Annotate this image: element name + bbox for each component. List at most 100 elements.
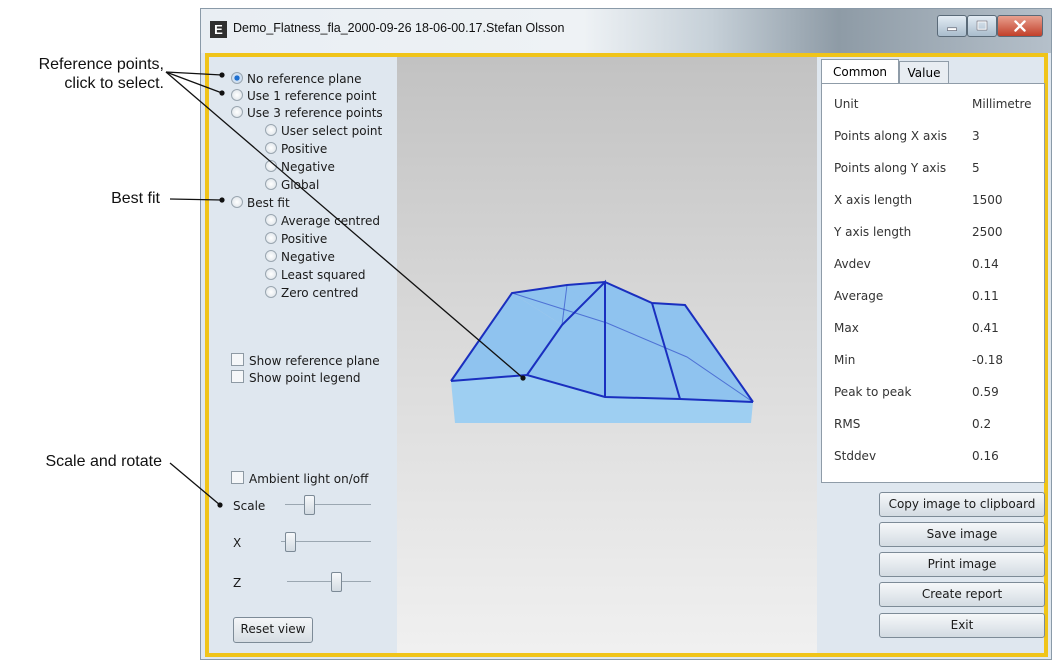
radio-label: No reference plane [247, 72, 362, 86]
radio-average-centred[interactable]: Average centred [265, 213, 380, 229]
print-image-button[interactable]: Print image [879, 552, 1045, 577]
radio-label: Positive [281, 142, 328, 156]
property-key: Stddev [834, 449, 877, 463]
radio-bestfit-positive[interactable]: Positive [265, 231, 327, 247]
callout-reference-line1: Reference points, [38, 56, 164, 73]
radio-label: Average centred [281, 214, 381, 228]
property-key: Points along X axis [834, 129, 948, 143]
create-report-button[interactable]: Create report [879, 582, 1045, 607]
slider-thumb[interactable] [331, 572, 342, 592]
radio-indicator [265, 232, 277, 244]
property-key: Avdev [834, 257, 871, 271]
checkbox-box [231, 353, 244, 366]
property-row: Unit Millimetre [822, 88, 1046, 118]
property-row: Max 0.41 [822, 312, 1046, 342]
title-bar[interactable]: E Demo_Flatness_fla_2000-09-26 18-06-00.… [201, 9, 1051, 53]
radio-reference-positive[interactable]: Positive [265, 141, 327, 157]
reset-view-button[interactable]: Reset view [233, 617, 313, 643]
z-rotation-label: Z [233, 576, 242, 590]
radio-label: Global [281, 178, 320, 192]
radio-zero-centred[interactable]: Zero centred [265, 285, 358, 301]
radio-least-squared[interactable]: Least squared [265, 267, 365, 283]
radio-reference-global[interactable]: Global [265, 177, 319, 193]
app-icon: E [210, 21, 227, 38]
close-button[interactable] [997, 15, 1043, 37]
checkbox-ambient-light[interactable]: Ambient light on/off [231, 471, 368, 487]
callout-scale-rotate: Scale and rotate [45, 453, 162, 470]
slider-thumb[interactable] [285, 532, 296, 552]
radio-selected-indicator [231, 72, 243, 84]
checkbox-box [231, 370, 244, 383]
app-window: E Demo_Flatness_fla_2000-09-26 18-06-00.… [200, 8, 1052, 660]
save-image-button[interactable]: Save image [879, 522, 1045, 547]
surface-plot [450, 279, 754, 423]
maximize-icon [976, 20, 988, 31]
maximize-button[interactable] [967, 15, 997, 37]
radio-indicator [231, 89, 243, 101]
x-rotation-label: X [233, 536, 242, 550]
slider-track [285, 504, 371, 505]
checkbox-show-point-legend[interactable]: Show point legend [231, 370, 361, 386]
property-value: 1500 [972, 193, 1003, 207]
radio-best-fit[interactable]: Best fit [231, 195, 290, 211]
radio-label: Best fit [247, 196, 290, 210]
radio-bestfit-negative[interactable]: Negative [265, 249, 335, 265]
checkbox-label: Show point legend [249, 371, 361, 385]
scale-slider[interactable] [285, 495, 371, 515]
checkbox-label: Ambient light on/off [249, 472, 369, 486]
property-row: Y axis length 2500 [822, 216, 1046, 246]
property-value: 0.2 [972, 417, 992, 431]
radio-indicator [265, 142, 277, 154]
radio-label: Positive [281, 232, 328, 246]
checkbox-box [231, 471, 244, 484]
radio-indicator [265, 250, 277, 262]
radio-no-reference-plane[interactable]: No reference plane [231, 71, 362, 87]
radio-user-select-point[interactable]: User select point [265, 123, 382, 139]
radio-indicator [265, 160, 277, 172]
property-value: -0.18 [972, 353, 1004, 367]
property-key: Points along Y axis [834, 161, 947, 175]
radio-indicator [231, 106, 243, 118]
property-row: Points along X axis 3 [822, 120, 1046, 150]
slider-thumb[interactable] [304, 495, 315, 515]
property-value: 0.14 [972, 257, 999, 271]
radio-label: User select point [281, 124, 383, 138]
tab-value[interactable]: Value [899, 61, 949, 83]
property-key: RMS [834, 417, 861, 431]
property-value: Millimetre [972, 97, 1032, 111]
minimize-button[interactable] [937, 15, 967, 37]
property-value: 0.59 [972, 385, 999, 399]
radio-indicator [265, 124, 277, 136]
x-rotation-slider[interactable] [281, 532, 371, 552]
checkbox-label: Show reference plane [249, 354, 380, 368]
property-value: 5 [972, 161, 980, 175]
property-key: Peak to peak [834, 385, 912, 399]
scale-label: Scale [233, 499, 266, 513]
radio-indicator [265, 268, 277, 280]
property-row: Min -0.18 [822, 344, 1046, 374]
radio-label: Use 3 reference points [247, 106, 383, 120]
radio-use-1-reference-point[interactable]: Use 1 reference point [231, 88, 376, 104]
radio-label: Zero centred [281, 286, 359, 300]
callout-best-fit: Best fit [111, 190, 160, 207]
minimize-icon [947, 27, 957, 31]
checkbox-show-reference-plane[interactable]: Show reference plane [231, 353, 380, 369]
tab-common[interactable]: Common [821, 59, 899, 85]
exit-button[interactable]: Exit [879, 613, 1045, 638]
z-rotation-slider[interactable] [287, 572, 371, 592]
copy-image-button[interactable]: Copy image to clipboard [879, 492, 1045, 517]
radio-indicator [265, 178, 277, 190]
main-frame: No reference plane Use 1 reference point… [205, 53, 1048, 657]
radio-use-3-reference-points[interactable]: Use 3 reference points [231, 105, 383, 121]
property-key: Min [834, 353, 856, 367]
radio-label: Use 1 reference point [247, 89, 377, 103]
radio-label: Negative [281, 160, 335, 174]
property-value: 0.41 [972, 321, 999, 335]
property-value: 0.11 [972, 289, 999, 303]
property-key: Unit [834, 97, 859, 111]
property-row: Peak to peak 0.59 [822, 376, 1046, 406]
property-value: 2500 [972, 225, 1003, 239]
property-row: RMS 0.2 [822, 408, 1046, 438]
radio-reference-negative[interactable]: Negative [265, 159, 335, 175]
3d-viewport[interactable] [397, 57, 817, 653]
